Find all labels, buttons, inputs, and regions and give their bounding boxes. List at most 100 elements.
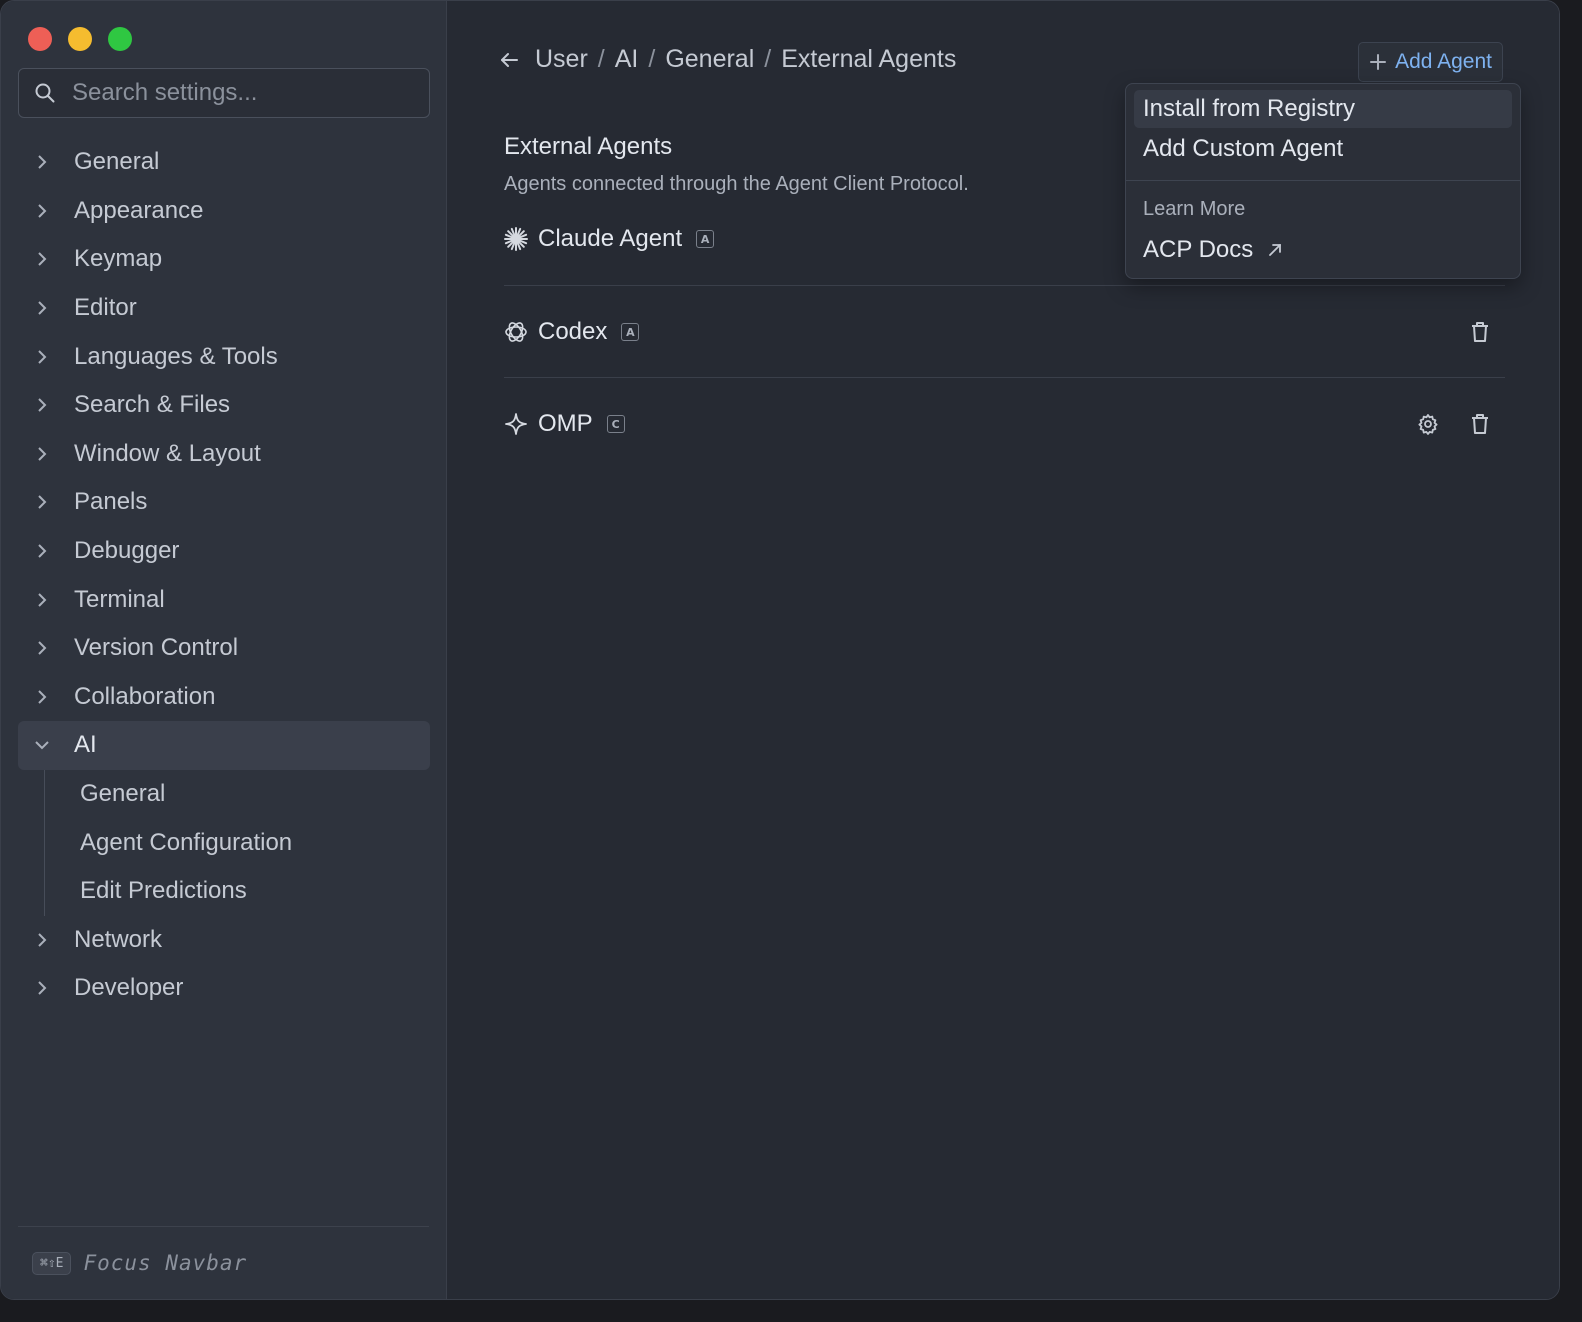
agent-name: Claude Agent [538,225,683,252]
chevron-right-icon [34,203,50,219]
agent-name: Codex [538,318,608,345]
breadcrumb-user[interactable]: User [535,45,588,74]
window-controls [28,27,132,51]
minimize-window-button[interactable] [68,27,92,51]
nav-item-label: AI [74,731,97,759]
search-box[interactable] [18,68,430,118]
sidebar: General Appearance Keymap Editor Languag… [1,1,447,1299]
nav-item-editor[interactable]: Editor [18,284,430,333]
chevron-right-icon [34,154,50,170]
chevron-right-icon [34,543,50,559]
nav-subitem-label: Agent Configuration [80,828,293,856]
nav-item-label: Collaboration [74,682,216,710]
nav-item-keymap[interactable]: Keymap [18,235,430,284]
nav-subitem-ai-general[interactable]: General [18,770,430,819]
sidebar-footer: ⌘⇧E Focus Navbar [18,1226,429,1299]
nav-item-label: Debugger [74,537,180,565]
nav-subitem-label: Edit Predictions [80,877,247,905]
nav-item-label: Languages & Tools [74,342,278,370]
breadcrumb-separator: / [764,45,772,73]
chevron-down-icon [34,737,50,753]
nav-item-label: Developer [74,974,184,1002]
agent-row-codex: Codex A [504,285,1505,378]
add-agent-dropdown: Install from Registry Add Custom Agent L… [1125,83,1521,279]
asterisk-icon [504,227,528,251]
row-actions [1417,413,1489,435]
nav-item-label: Appearance [74,196,204,224]
add-agent-label: Add Agent [1395,50,1492,73]
chevron-right-icon [34,251,50,267]
plus-icon [1369,53,1387,71]
chevron-right-icon [34,349,50,365]
search-icon [35,83,55,103]
nav-item-window-layout[interactable]: Window & Layout [18,430,430,479]
chevron-right-icon [34,640,50,656]
nav-item-label: Version Control [74,634,239,662]
shortcut-keys: ⌘⇧E [32,1251,72,1275]
agent-badge: A [696,230,715,248]
focus-navbar-hint[interactable]: Focus Navbar [83,1251,247,1275]
search-input[interactable] [70,78,394,108]
nav-item-terminal[interactable]: Terminal [18,575,430,624]
nav-item-debugger[interactable]: Debugger [18,527,430,576]
agent-name: OMP [538,410,593,437]
back-arrow-icon[interactable] [499,51,519,69]
menu-divider [1126,180,1520,181]
nav-subitem-edit-predictions[interactable]: Edit Predictions [18,867,430,916]
chevron-right-icon [34,980,50,996]
nav-item-label: Editor [74,294,137,322]
breadcrumb-general[interactable]: General [665,45,754,74]
ai-subitems: General Agent Configuration Edit Predict… [18,769,430,916]
nav-item-version-control[interactable]: Version Control [18,624,430,673]
nav-subitem-label: General [80,780,166,808]
agent-row-omp: OMP C [504,377,1505,470]
nav-item-label: Terminal [74,585,165,613]
menu-item-add-custom-agent[interactable]: Add Custom Agent [1134,130,1512,168]
chevron-right-icon [34,397,50,413]
nav-item-label: Panels [74,488,148,516]
agent-badge: C [606,415,625,433]
settings-nav: General Appearance Keymap Editor Languag… [18,138,430,1013]
nav-item-label: Keymap [74,245,163,273]
chevron-right-icon [34,932,50,948]
breadcrumb: User / AI / General / External Agents [499,45,956,74]
gear-icon[interactable] [1417,413,1439,435]
add-agent-button[interactable]: Add Agent [1358,42,1503,82]
breadcrumb-separator: / [648,45,656,73]
breadcrumb-separator: / [597,45,605,73]
nav-subitem-agent-configuration[interactable]: Agent Configuration [18,818,430,867]
chevron-right-icon [34,446,50,462]
external-link-icon [1267,242,1283,258]
openai-icon [504,320,528,344]
nav-item-collaboration[interactable]: Collaboration [18,673,430,722]
nav-item-label: Search & Files [74,391,231,419]
breadcrumb-ai[interactable]: AI [615,45,639,74]
zoom-window-button[interactable] [108,27,132,51]
menu-item-acp-docs[interactable]: ACP Docs [1143,236,1283,264]
trash-icon[interactable] [1471,413,1489,435]
nav-item-general[interactable]: General [18,138,430,187]
trash-icon[interactable] [1471,321,1489,343]
close-window-button[interactable] [28,27,52,51]
menu-item-install-from-registry[interactable]: Install from Registry [1134,90,1512,128]
nav-item-label: Network [74,925,163,953]
nav-item-label: General [74,148,160,176]
nav-item-developer[interactable]: Developer [18,964,430,1013]
row-actions [1471,321,1489,343]
nav-item-network[interactable]: Network [18,916,430,965]
breadcrumb-external-agents: External Agents [781,45,957,73]
nav-item-panels[interactable]: Panels [18,478,430,527]
chevron-right-icon [34,300,50,316]
agent-badge: A [621,323,640,341]
nav-item-languages-tools[interactable]: Languages & Tools [18,332,430,381]
chevron-right-icon [34,592,50,608]
nav-item-appearance[interactable]: Appearance [18,187,430,236]
nav-item-label: Window & Layout [74,439,261,467]
chevron-right-icon [34,689,50,705]
sparkle-icon [504,412,528,436]
settings-window: General Appearance Keymap Editor Languag… [0,0,1560,1300]
section-title: External Agents [504,133,673,160]
nav-item-ai[interactable]: AI [18,721,430,770]
learn-more-label: Learn More [1143,198,1246,220]
nav-item-search-files[interactable]: Search & Files [18,381,430,430]
